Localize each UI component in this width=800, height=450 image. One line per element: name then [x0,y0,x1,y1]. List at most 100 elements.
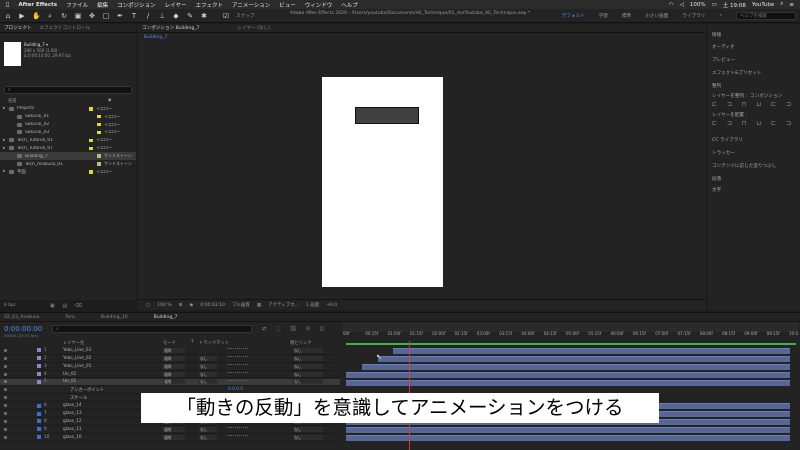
region-icon[interactable]: ▢ [146,303,150,308]
visibility-eye-icon[interactable] [4,356,7,360]
comp-breadcrumb[interactable]: Building_7 [144,35,167,40]
camera-tool-icon[interactable]: ▣ [74,12,82,20]
visibility-eye-icon[interactable] [4,348,7,352]
layer-label-swatch[interactable] [37,403,41,408]
views-select[interactable]: 1 画面 [306,302,319,308]
comp-name[interactable]: Building_7 ▾ [24,42,48,47]
label-swatch[interactable] [89,138,93,143]
tab-layer[interactable]: レイヤー (なし) [237,25,269,31]
label-swatch[interactable] [89,107,93,111]
project-footer-icons[interactable]: ▣ ▤ ⌫ [50,303,85,309]
camera-select[interactable]: アクティブカ... [268,302,299,308]
right-panel-item[interactable]: 段落 [712,176,721,182]
menu-list-icon[interactable]: ≡ [789,2,794,8]
layer-name[interactable]: glass_14 [63,403,82,408]
layer-name[interactable]: アンカーポイント [70,387,104,393]
pan-behind-tool-icon[interactable]: ✥ [88,12,96,20]
blend-mode-select[interactable]: 通常 [163,355,185,361]
project-item[interactable]: Building_7 サンドストーン [0,152,136,160]
track-matte-select[interactable]: なし [199,426,217,432]
blend-mode-select[interactable]: 通常 [163,434,185,440]
layer-label-swatch[interactable] [37,356,41,361]
tab-project[interactable]: プロジェクト [4,25,32,31]
label-swatch[interactable] [97,114,101,119]
project-item[interactable]: Sakurai_03 イエロー [0,129,136,137]
label-swatch[interactable] [97,162,101,166]
layer-switches[interactable] [228,427,248,431]
timeline-tab[interactable]: 02_03_Asakusa [4,315,39,320]
project-col-name[interactable]: 名前 [8,98,17,104]
layer-name[interactable]: Ue_02 [63,372,76,377]
parent-link-select[interactable]: なし [293,371,323,377]
timeline-tab[interactable]: Building_7 [154,315,178,320]
track-matte-select[interactable]: なし [199,355,217,361]
layer-label-swatch[interactable] [37,427,41,432]
visibility-eye-icon[interactable] [4,380,7,384]
workspace-more-icon[interactable]: » [719,13,722,18]
timeline-switches-icons[interactable]: ⇄ ⬚ ⬛ ⊙ ◫ [262,326,328,332]
right-panel-item[interactable]: オーディオ [712,44,735,50]
clock[interactable]: 土 19:08 [723,1,746,9]
puppet-tool-icon[interactable]: ✱ [200,12,208,20]
col-layer-name[interactable]: レイヤー名 [63,340,84,346]
label-swatch[interactable] [97,122,101,127]
layer-row[interactable]: 5 Ue_01 通常 なし なし [0,378,340,387]
bpc-indicator[interactable]: 8 bpc [4,303,16,308]
app-menu[interactable]: After Effects [18,2,57,8]
current-time[interactable]: 0:00:03:10 [200,303,225,308]
right-panel-item[interactable]: レイヤーを配置 : [712,112,747,118]
layer-row[interactable]: 1 Yoko_Line_03 通常 なし [0,347,340,355]
menu-edit[interactable]: 編集 [97,1,108,9]
hand-tool-icon[interactable]: ✋ [32,12,41,20]
track-matte-select[interactable]: なし [199,434,217,440]
layer-row[interactable]: 4 Ue_02 通常 なし なし [0,371,340,379]
right-panel-item[interactable]: プレビュー [712,57,735,63]
label-swatch[interactable] [97,130,101,135]
workspace-learn[interactable]: 学習 [599,13,608,19]
layer-duration-bar[interactable] [346,434,790,441]
col-mode[interactable]: モード [163,340,176,346]
right-panel-item[interactable]: コンポジション [750,93,782,99]
layer-label-swatch[interactable] [37,348,41,353]
tab-composition[interactable]: コンポジション Building_7 [142,25,199,31]
visibility-eye-icon[interactable] [4,412,7,416]
menu-animation[interactable]: アニメーション [232,1,270,9]
right-panel-item[interactable]: レイヤーを整列 : [712,93,747,99]
layer-name[interactable]: glass_11 [63,427,82,432]
layer-name[interactable]: Yoko_Line_03 [63,348,91,353]
project-item[interactable]: Tech_Asakusa_01 サンドストーン [0,160,136,168]
safe-zones-icon[interactable]: ⊞ [179,303,183,308]
right-panel-item[interactable]: CC ライブラリ [712,137,743,143]
layer-switches[interactable] [228,379,248,384]
parent-link-select[interactable]: なし [293,379,323,385]
menu-view[interactable]: ビュー [279,1,296,9]
right-panel-item[interactable]: 整列 [712,83,721,89]
col-parent[interactable]: 親とリンク [290,340,311,346]
layer-name[interactable]: Yoko_Line_01 [63,364,91,369]
layer-switches[interactable] [228,435,248,439]
rotate-tool-icon[interactable]: ↻ [60,12,68,20]
project-item[interactable]: ▸ Projects イエロー [0,105,136,113]
timecode-display[interactable]: 0:00:00:00 [4,325,42,333]
exposure-value[interactable]: +0.0 [326,303,337,308]
layer-switches[interactable] [228,356,248,360]
layer-duration-bar[interactable] [378,355,790,362]
label-swatch[interactable] [97,154,101,158]
project-item[interactable]: ▸ 平面 イエロー [0,168,136,176]
align-buttons-icon[interactable]: ⊏ ⊐ ⊓ ⊔ ⊏ ⊐ [712,101,795,108]
layer-name[interactable]: スケール [70,395,87,401]
right-panel-item[interactable]: 情報 [712,32,721,38]
user-menu[interactable]: YouTube [752,2,774,8]
layer-row[interactable]: 2 Yoko_Line_02 通常 なし なし [0,355,340,363]
resolution-select[interactable]: フル画質 [232,302,250,308]
building-top-layer[interactable] [355,107,419,124]
layer-switches[interactable] [228,348,248,352]
right-panel-item[interactable]: エフェクト&プリセット [712,70,762,76]
visibility-eye-icon[interactable] [4,388,7,392]
apple-icon[interactable]:  [6,2,9,8]
visibility-eye-icon[interactable] [4,427,7,431]
zoom-tool-icon[interactable]: ⌕ [46,12,54,20]
project-search-input[interactable]: ⌕ [4,86,132,94]
col-t[interactable]: T [191,340,194,345]
project-item[interactable]: Sakurai_02 イエロー [0,121,136,129]
